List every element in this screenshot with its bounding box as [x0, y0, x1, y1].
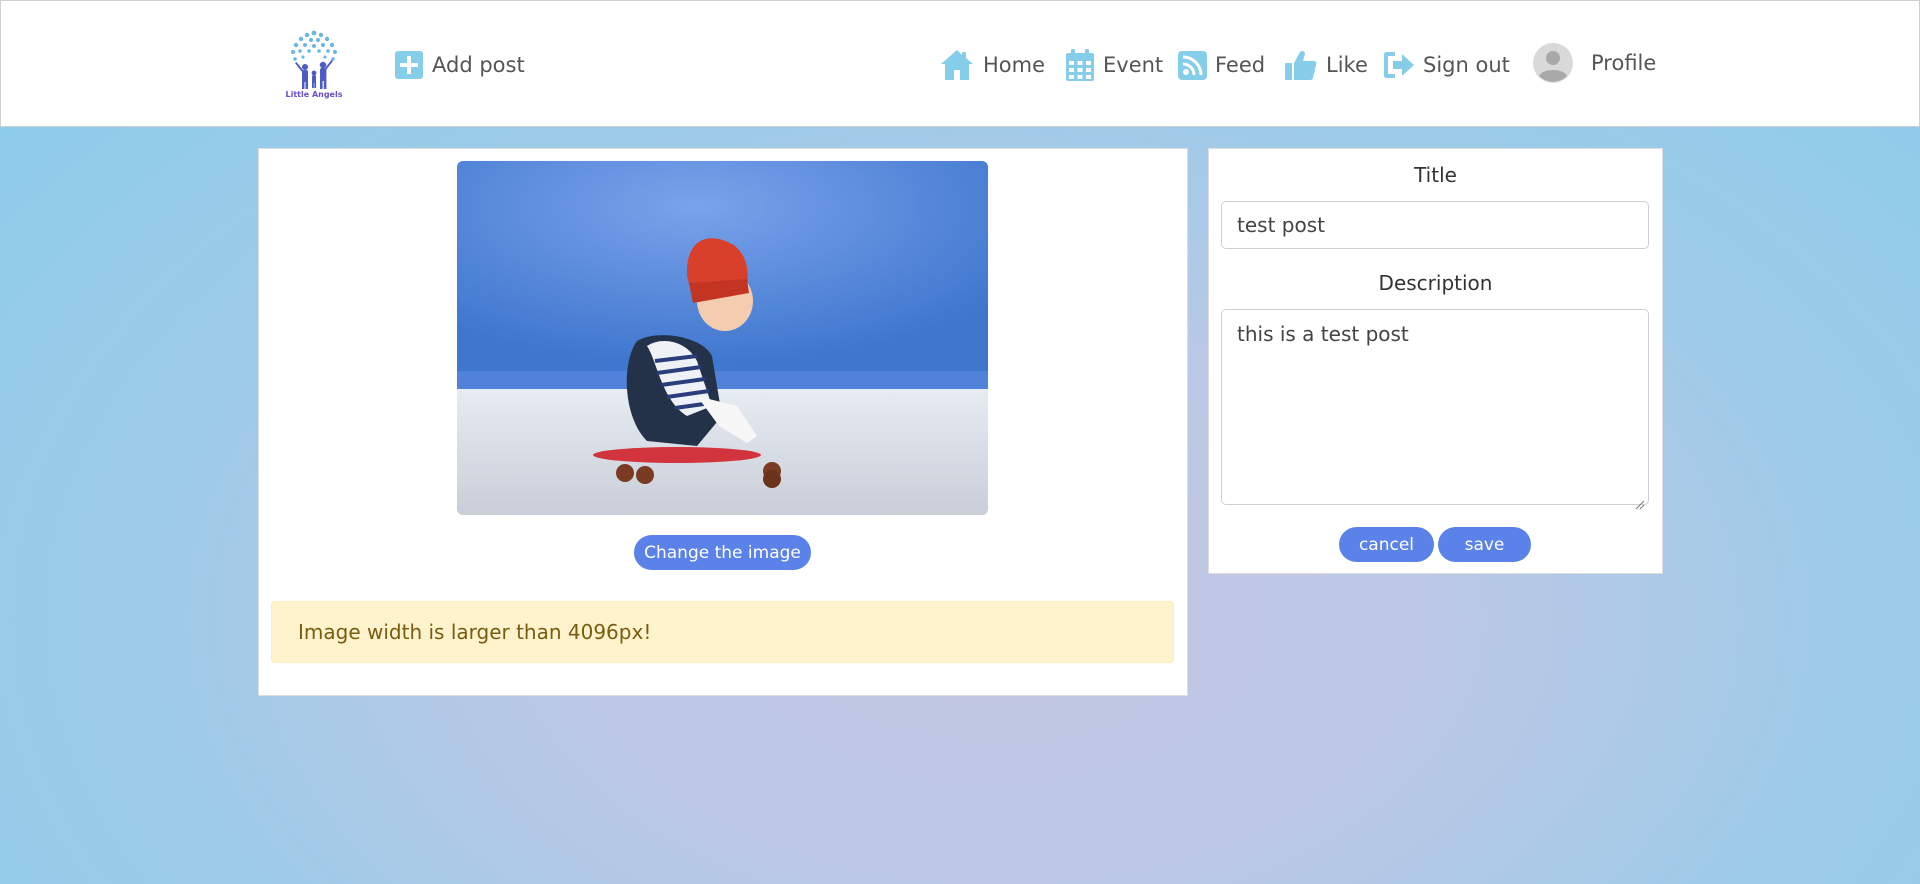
little-angels-logo[interactable]: Little Angels	[283, 29, 345, 99]
nav-home[interactable]: Home	[939, 47, 1045, 83]
nav-event[interactable]: Event	[1065, 47, 1163, 83]
title-input[interactable]	[1221, 201, 1649, 249]
top-navbar: Little Angels Add post Home Event Feed L…	[0, 0, 1920, 127]
home-icon	[939, 48, 975, 82]
calendar-icon	[1065, 48, 1095, 82]
nav-feed-label: Feed	[1215, 53, 1266, 77]
nav-sign-out[interactable]: Sign out	[1383, 47, 1510, 83]
image-size-alert: Image width is larger than 4096px!	[271, 601, 1174, 663]
nav-feed[interactable]: Feed	[1178, 47, 1265, 83]
logo-text: Little Angels	[286, 90, 343, 99]
post-image	[457, 161, 988, 515]
nav-add-post-label: Add post	[432, 53, 525, 77]
thumbs-up-icon	[1284, 48, 1318, 82]
nav-event-label: Event	[1103, 53, 1164, 77]
nav-add-post[interactable]: Add post	[394, 47, 525, 83]
description-label: Description	[1378, 271, 1493, 295]
save-button[interactable]: save	[1438, 527, 1531, 562]
description-text: this is a test post	[1237, 322, 1409, 346]
rss-feed-icon	[1178, 50, 1207, 80]
nav-like-label: Like	[1326, 53, 1368, 77]
cancel-button[interactable]: cancel	[1339, 527, 1434, 562]
title-label: Title	[1414, 163, 1457, 187]
resize-handle-icon[interactable]	[1635, 491, 1645, 510]
nav-sign-out-label: Sign out	[1423, 53, 1510, 77]
alert-message: Image width is larger than 4096px!	[298, 620, 652, 644]
post-image-illustration	[457, 161, 988, 515]
sign-out-icon	[1383, 50, 1415, 80]
nav-profile[interactable]: Profile	[1533, 43, 1657, 83]
description-textarea[interactable]: this is a test post	[1221, 309, 1649, 510]
nav-home-label: Home	[983, 53, 1046, 77]
nav-like[interactable]: Like	[1284, 47, 1368, 83]
plus-square-icon	[394, 50, 424, 80]
change-image-button[interactable]: Change the image	[634, 535, 811, 570]
nav-profile-label: Profile	[1591, 51, 1657, 75]
avatar	[1533, 43, 1573, 83]
